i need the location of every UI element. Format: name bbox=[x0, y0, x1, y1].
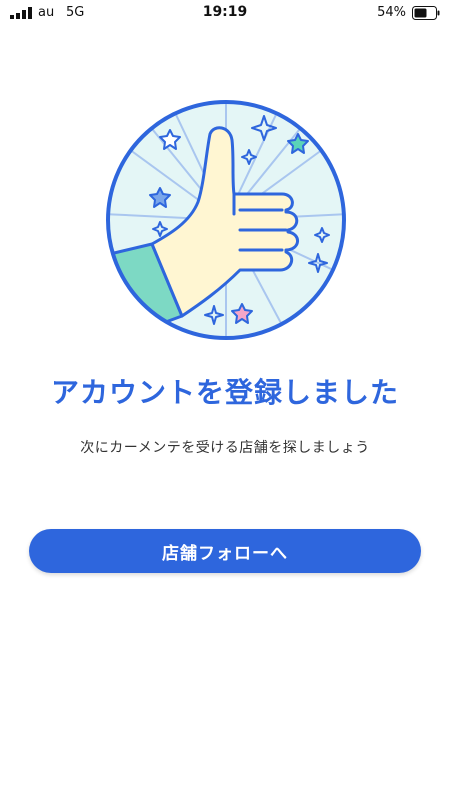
page-subtitle: 次にカーメンテを受ける店舗を探しましょう bbox=[80, 440, 370, 456]
store-follow-button[interactable]: 店舗フォローへ bbox=[29, 529, 421, 573]
battery-icon bbox=[412, 6, 440, 20]
page-title: アカウントを登録しました bbox=[50, 376, 399, 409]
battery-percent: 54% bbox=[377, 5, 406, 20]
thumbs-up-illustration bbox=[106, 100, 346, 340]
status-bar: au 5G 19:19 54% bbox=[0, 0, 450, 26]
